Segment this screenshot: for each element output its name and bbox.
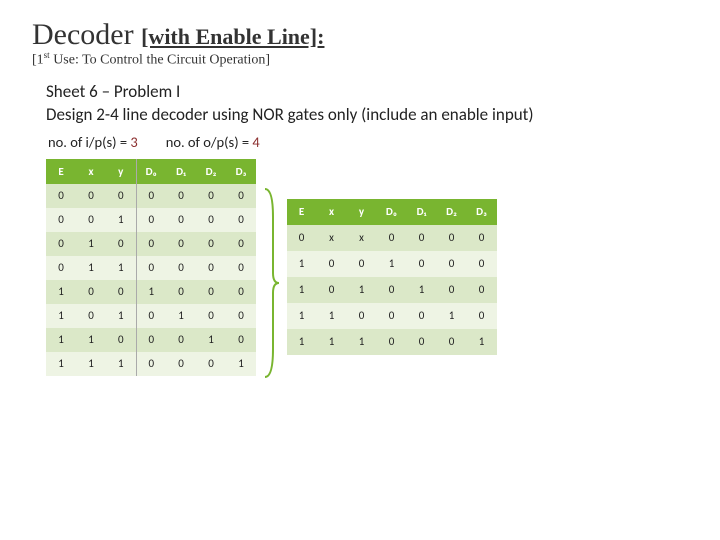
title-sub: [with Enable Line]: (141, 24, 324, 49)
table-row: 1110001 (46, 352, 256, 376)
table-row: 0xx0000 (287, 225, 497, 251)
col-D0: D₀ (377, 199, 407, 225)
truth-table-compact: E x y D₀ D₁ D₂ D₃ 0xx0000 1001000 101010… (287, 199, 497, 355)
col-x: x (76, 159, 106, 184)
col-D1: D₁ (407, 199, 437, 225)
col-D2: D₂ (196, 159, 226, 184)
io-counts: no. of i/p(s) = 3 no. of o/p(s) = 4 (48, 133, 688, 151)
problem-description: Design 2-4 line decoder using NOR gates … (46, 104, 688, 125)
table-row: 1010100 (46, 304, 256, 328)
op-label: no. of o/p(s) = (166, 133, 253, 151)
col-y: y (347, 199, 377, 225)
title-main: Decoder (32, 18, 141, 51)
op-value: 4 (252, 133, 259, 151)
col-E: E (287, 199, 317, 225)
col-D3: D₃ (467, 199, 497, 225)
table-row: 1100010 (46, 328, 256, 352)
subtitle-post: Use: To Control the Circuit Operation] (50, 53, 270, 68)
col-D2: D₂ (437, 199, 467, 225)
table-row: 0010000 (46, 208, 256, 232)
slide-title: Decoder [with Enable Line]: (32, 18, 688, 52)
table-row: 0000000 (46, 184, 256, 208)
col-D3: D₃ (226, 159, 256, 184)
ip-label: no. of i/p(s) = (48, 133, 130, 151)
body: Sheet 6 – Problem I Design 2-4 line deco… (32, 81, 688, 379)
tables-row: E x y D₀ D₁ D₂ D₃ 0000000 0010000 010000… (46, 159, 688, 379)
truth-table-full: E x y D₀ D₁ D₂ D₃ 0000000 0010000 010000… (46, 159, 257, 376)
sheet-label: Sheet 6 – Problem I (46, 81, 688, 102)
table-row: 1110001 (287, 329, 497, 355)
brace-icon (263, 187, 281, 379)
subtitle-pre: [1 (32, 53, 44, 68)
slide-subtitle: [1st Use: To Control the Circuit Operati… (32, 50, 688, 69)
table-header: E x y D₀ D₁ D₂ D₃ (287, 199, 497, 225)
col-D0: D₀ (136, 159, 166, 184)
col-y: y (106, 159, 136, 184)
table-row: 1100010 (287, 303, 497, 329)
col-x: x (317, 199, 347, 225)
table-row: 1001000 (287, 251, 497, 277)
table-row: 1001000 (46, 280, 256, 304)
table-row: 0100000 (46, 232, 256, 256)
col-E: E (46, 159, 76, 184)
table-header: E x y D₀ D₁ D₂ D₃ (46, 159, 256, 184)
col-D1: D₁ (166, 159, 196, 184)
table-row: 0110000 (46, 256, 256, 280)
ip-value: 3 (130, 133, 137, 151)
table-row: 1010100 (287, 277, 497, 303)
